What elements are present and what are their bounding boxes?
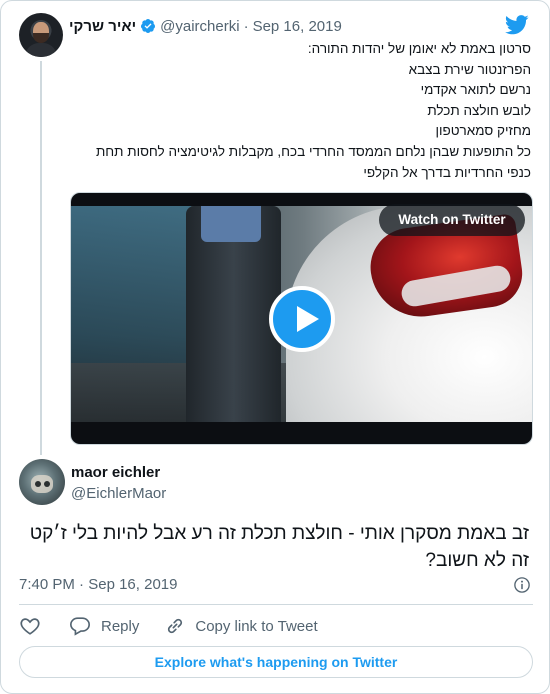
- parent-author-avatar[interactable]: [19, 13, 63, 57]
- tweet-actions: Reply Copy link to Tweet: [19, 615, 318, 637]
- like-button[interactable]: [19, 615, 41, 637]
- parent-tweet-date[interactable]: Sep 16, 2019: [253, 18, 342, 35]
- tweet-line: כל התופעות שבהן נלחם הממסד החרדי בכח, מק…: [95, 143, 531, 159]
- action-divider: [19, 604, 533, 605]
- reply-label: Reply: [101, 617, 140, 635]
- link-icon: [168, 618, 183, 634]
- reply-bubble-icon: [70, 617, 90, 636]
- tweet-line: נרשם לתואר אקדמי: [420, 82, 531, 98]
- explore-twitter-button[interactable]: Explore what's happening on Twitter: [19, 646, 533, 678]
- avatar-body: [25, 43, 57, 57]
- heart-icon: [20, 618, 40, 635]
- parent-tweet-text: סרטון באמת לא יאומן של יהדות התורה: הפרז…: [71, 39, 531, 183]
- thread-connector-line: [40, 61, 42, 455]
- parent-author-row: יאיר שרקי @yaircherki · Sep 16, 2019: [69, 15, 342, 37]
- parent-author-name[interactable]: יאיר שרקי: [69, 18, 136, 35]
- copy-link-label: Copy link to Tweet: [195, 617, 318, 635]
- reply-tweet-text: זב באמת מסקרן אותי - חולצת תכלת זה רע אב…: [29, 520, 529, 574]
- tweet-time: 7:40 PM: [19, 576, 75, 593]
- reply-author-handle[interactable]: @EichlerMaor: [71, 485, 166, 502]
- tweet-line: כנפי החרדיות בדרך אל הקלפי: [363, 164, 531, 180]
- twitter-bird-icon[interactable]: [505, 15, 529, 35]
- meta-separator: ·: [79, 576, 85, 593]
- parent-author-handle[interactable]: @yaircherki: [160, 18, 239, 35]
- tweet-date: Sep 16, 2019: [88, 576, 178, 593]
- tweet-line: זה לא חשוב?: [425, 550, 529, 571]
- reply-button[interactable]: Reply: [69, 615, 139, 637]
- info-icon[interactable]: [513, 576, 531, 594]
- avatar-beard: [33, 33, 49, 43]
- reply-tweet-timestamp[interactable]: 7:40 PM · Sep 16, 2019: [19, 576, 177, 593]
- copy-link-button[interactable]: Copy link to Tweet: [165, 616, 318, 636]
- avatar-detail: [35, 481, 41, 487]
- tweet-line: לובש חולצה תכלת: [427, 102, 531, 118]
- reply-author-name[interactable]: maor eichler: [71, 464, 160, 481]
- play-icon: [297, 306, 319, 332]
- tweet-line: הפרזנטור שירת בצבא: [408, 61, 531, 77]
- tweet-line: מחזיק סמארטפון: [435, 123, 532, 139]
- avatar-detail: [44, 481, 50, 487]
- video-frame-shirt: [201, 206, 261, 242]
- watch-on-twitter-button[interactable]: Watch on Twitter: [379, 204, 525, 236]
- tweet-embed-card: יאיר שרקי @yaircherki · Sep 16, 2019 סרט…: [0, 0, 550, 694]
- tweet-line: זב באמת מסקרן אותי - חולצת תכלת זה רע אב…: [29, 523, 529, 544]
- play-button[interactable]: [269, 286, 335, 352]
- reply-author-avatar[interactable]: [19, 459, 65, 505]
- verified-badge-icon: [141, 19, 156, 33]
- meta-separator: ·: [243, 17, 249, 35]
- tweet-line: סרטון באמת לא יאומן של יהדות התורה:: [307, 41, 531, 56]
